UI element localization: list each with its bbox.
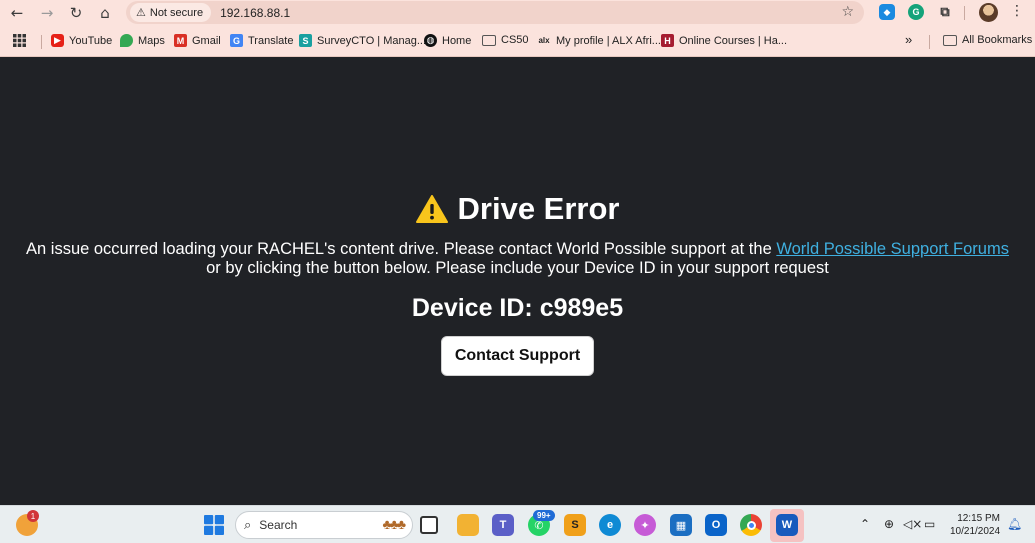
folder-icon [943,34,957,46]
device-id: Device ID: c989e5 [411,294,624,322]
search-highlight-icon: ♣♣♣ [382,516,406,532]
file-explorer-icon[interactable] [457,514,479,536]
error-message: An issue occurred loading your RACHEL's … [20,240,1015,278]
bookmark-gmail[interactable]: M Gmail [174,34,221,47]
surveycto-icon: S [299,34,312,47]
warning-icon [415,195,448,223]
bookmark-alx[interactable]: alx My profile | ALX Afri... [537,34,661,47]
harvard-shield-icon: H [661,34,674,47]
page-title: Drive Error [0,191,1035,227]
message-text: An issue occurred loading your RACHEL's … [26,240,777,258]
profile-avatar[interactable] [979,3,998,22]
address-bar[interactable]: ⚠ Not secure 192.168.88.1 ☆ [126,1,864,24]
security-label: Not secure [149,6,204,19]
taskbar-search[interactable]: ⌕ Search ♣♣♣ [235,511,413,539]
outlook-icon[interactable]: O [705,514,727,536]
alx-icon: alx [538,36,550,45]
copilot-icon[interactable]: ✦ [634,514,656,536]
bookmarks-separator [929,35,930,49]
bookmark-harvard[interactable]: H Online Courses | Ha... [661,34,787,47]
extensions-puzzle-icon[interactable]: ⧉ [937,4,953,20]
bookmark-maps[interactable]: Maps [120,34,165,47]
edge-icon[interactable]: e [599,514,621,536]
back-arrow-icon[interactable]: ← [3,0,31,26]
system-clock[interactable]: 12:15 PM 10/21/2024 [950,512,1000,538]
bookmarks-overflow[interactable]: » [905,32,912,47]
home-icon[interactable]: ⌂ [91,0,119,26]
youtube-icon: ▶ [51,34,64,47]
bookmark-home[interactable]: ◍ Home [424,34,471,47]
clock-time: 12:15 PM [957,513,1000,524]
task-view-icon[interactable] [420,516,438,534]
volume-muted-icon[interactable]: ◁× [903,517,922,531]
tray-chevron-icon[interactable]: ⌃ [860,517,870,531]
bookmark-all[interactable]: All Bookmarks [943,34,1032,46]
menu-kebab-icon[interactable]: ⋮ [1010,3,1024,19]
title-text: Drive Error [457,191,620,226]
warning-triangle-icon: ⚠ [136,6,146,19]
bookmark-label: SurveyCTO | Manag... [317,34,427,47]
bookmark-label: Translate [248,34,294,47]
teams-icon[interactable]: T [492,514,514,536]
notification-bell-icon[interactable]: 🔔︎ [1007,517,1022,531]
forward-arrow-icon[interactable]: → [33,0,61,26]
toolbar-divider [964,6,965,20]
translate-icon: G [230,34,243,47]
gmail-icon: M [174,34,187,47]
bookmark-label: Gmail [192,34,221,47]
bookmark-translate[interactable]: G Translate [230,34,293,47]
bookmark-label: Online Courses | Ha... [679,34,788,47]
windows-taskbar: 1 ⌕ Search ♣♣♣ T ✆ 99+ S e ✦ ▦ O W ⌃ ⊕ ◁… [0,505,1035,543]
bookmarks-separator [41,35,42,49]
apps-grid-icon[interactable] [13,34,26,47]
search-placeholder: Search [259,518,298,532]
message-text: or by clicking the button below. Please … [206,259,829,277]
sublime-text-icon[interactable]: S [564,514,586,536]
whatsapp-badge: 99+ [533,510,555,521]
grammarly-icon[interactable]: G [908,4,924,20]
notification-badge: 1 [27,510,39,522]
bookmark-label: YouTube [69,34,113,47]
language-globe-icon[interactable]: ⊕ [884,517,894,531]
search-icon: ⌕ [244,517,252,533]
bookmark-label: Maps [138,34,165,47]
bookmarks-bar: ▶ YouTube Maps M Gmail G Translate S Sur… [0,26,1035,57]
reload-icon[interactable]: ↻ [62,0,90,26]
battery-icon[interactable]: ▭ [924,517,935,531]
folder-icon [482,34,496,46]
url-text[interactable]: 192.168.88.1 [220,6,290,20]
bookmark-label: Home [442,34,472,47]
bookmark-youtube[interactable]: ▶ YouTube [51,34,112,47]
overflow-chevron-icon: » [905,32,913,47]
windows-start-icon[interactable] [203,514,225,536]
clock-date: 10/21/2024 [950,526,1001,537]
extension-shield-icon[interactable]: ◆ [879,4,895,20]
bookmark-cs50[interactable]: CS50 [482,34,529,46]
bookmark-surveycto[interactable]: S SurveyCTO | Manag... [299,34,426,47]
browser-toolbar: ← → ↻ ⌂ ⚠ Not secure 192.168.88.1 ☆ ◆ G … [0,0,1035,26]
contact-support-button[interactable]: Contact Support [441,336,594,376]
page-content: Drive Error An issue occurred loading yo… [0,58,1035,505]
chrome-icon[interactable] [740,514,762,536]
bookmark-label: All Bookmarks [962,34,1033,46]
word-icon[interactable]: W [776,514,798,536]
globe-icon: ◍ [424,34,437,47]
security-chip[interactable]: ⚠ Not secure [130,3,212,22]
bookmark-label: CS50 [501,34,529,46]
support-forums-link[interactable]: World Possible Support Forums [776,240,1009,258]
maps-icon [120,34,133,47]
bookmark-label: My profile | ALX Afri... [556,34,661,47]
microsoft-store-icon[interactable]: ▦ [670,514,692,536]
bookmark-star-icon[interactable]: ☆ [841,4,854,20]
